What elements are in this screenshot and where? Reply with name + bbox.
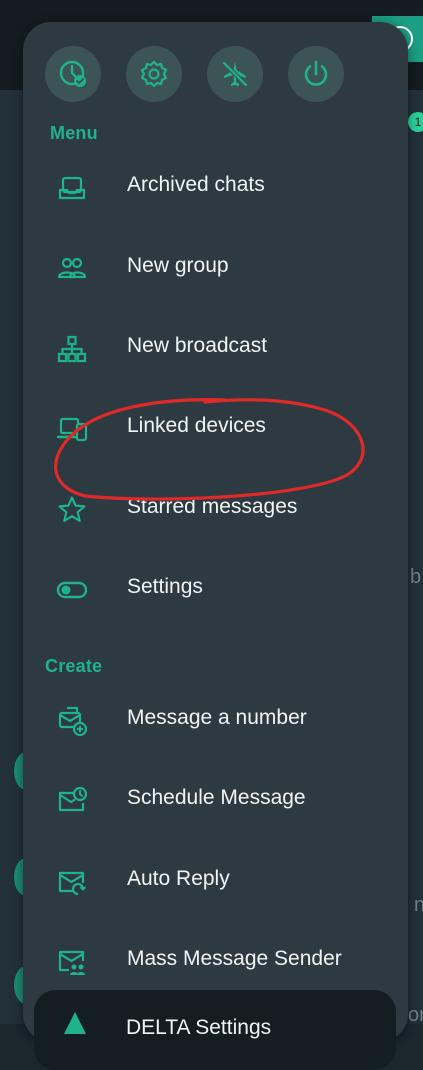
menu-item-label: Linked devices (127, 414, 266, 437)
create-section-label: Create (45, 656, 103, 676)
power-icon (304, 60, 328, 86)
power-button[interactable] (288, 46, 344, 102)
airplane-mode-button[interactable] (207, 46, 263, 102)
bottom-card-label: DELTA Settings (126, 1016, 272, 1039)
airplane-off-icon (221, 60, 249, 88)
menu-item-label: Auto Reply (127, 867, 230, 890)
mail-clock-icon (56, 785, 88, 817)
menu-item-label: Starred messages (127, 495, 298, 518)
menu-item-label: Schedule Message (127, 786, 306, 809)
badge-settings-button[interactable] (126, 46, 182, 102)
menu-item-label: New group (127, 254, 229, 277)
menu-section-label: Menu (50, 123, 98, 143)
unread-badge: 1 (408, 112, 423, 132)
overflow-menu: Menu Archived chats New group New broadc… (23, 22, 408, 1042)
menu-item-schedule-message[interactable]: Schedule Message (23, 765, 408, 837)
menu-item-label: Mass Message Sender (127, 947, 342, 970)
menu-item-label: New broadcast (127, 334, 268, 357)
menu-item-message-a-number[interactable]: Message a number (23, 685, 408, 757)
menu-item-archived-chats[interactable]: Archived chats (23, 152, 408, 224)
devices-icon (56, 413, 88, 445)
mail-group-icon (56, 946, 88, 978)
menu-item-new-group[interactable]: New group (23, 233, 408, 305)
clock-check-icon (59, 60, 86, 87)
menu-item-linked-devices[interactable]: Linked devices (23, 393, 408, 465)
menu-item-new-broadcast[interactable]: New broadcast (23, 313, 408, 385)
badge-gear-icon (140, 60, 168, 88)
toggle-icon (56, 574, 88, 606)
status-schedule-button[interactable] (45, 46, 101, 102)
mail-reply-icon (56, 866, 88, 898)
background-text-fragment: b (410, 566, 422, 588)
background-text-fragment: n (414, 894, 423, 916)
archive-tray-icon (56, 172, 88, 204)
menu-item-label: Message a number (127, 706, 307, 729)
star-icon (56, 494, 88, 526)
delta-icon (62, 1010, 88, 1036)
quick-actions-row (45, 46, 345, 102)
menu-item-auto-reply[interactable]: Auto Reply (23, 846, 408, 918)
menu-item-label: Archived chats (127, 173, 265, 196)
broadcast-tree-icon (56, 333, 88, 365)
menu-item-starred-messages[interactable]: Starred messages (23, 474, 408, 546)
menu-item-settings[interactable]: Settings (23, 554, 408, 626)
bottom-card-delta-settings[interactable]: DELTA Settings (34, 990, 396, 1070)
group-icon (56, 253, 88, 285)
message-add-icon (56, 705, 88, 737)
menu-item-label: Settings (127, 575, 203, 598)
menu-item-mass-message-sender[interactable]: Mass Message Sender (23, 926, 408, 998)
